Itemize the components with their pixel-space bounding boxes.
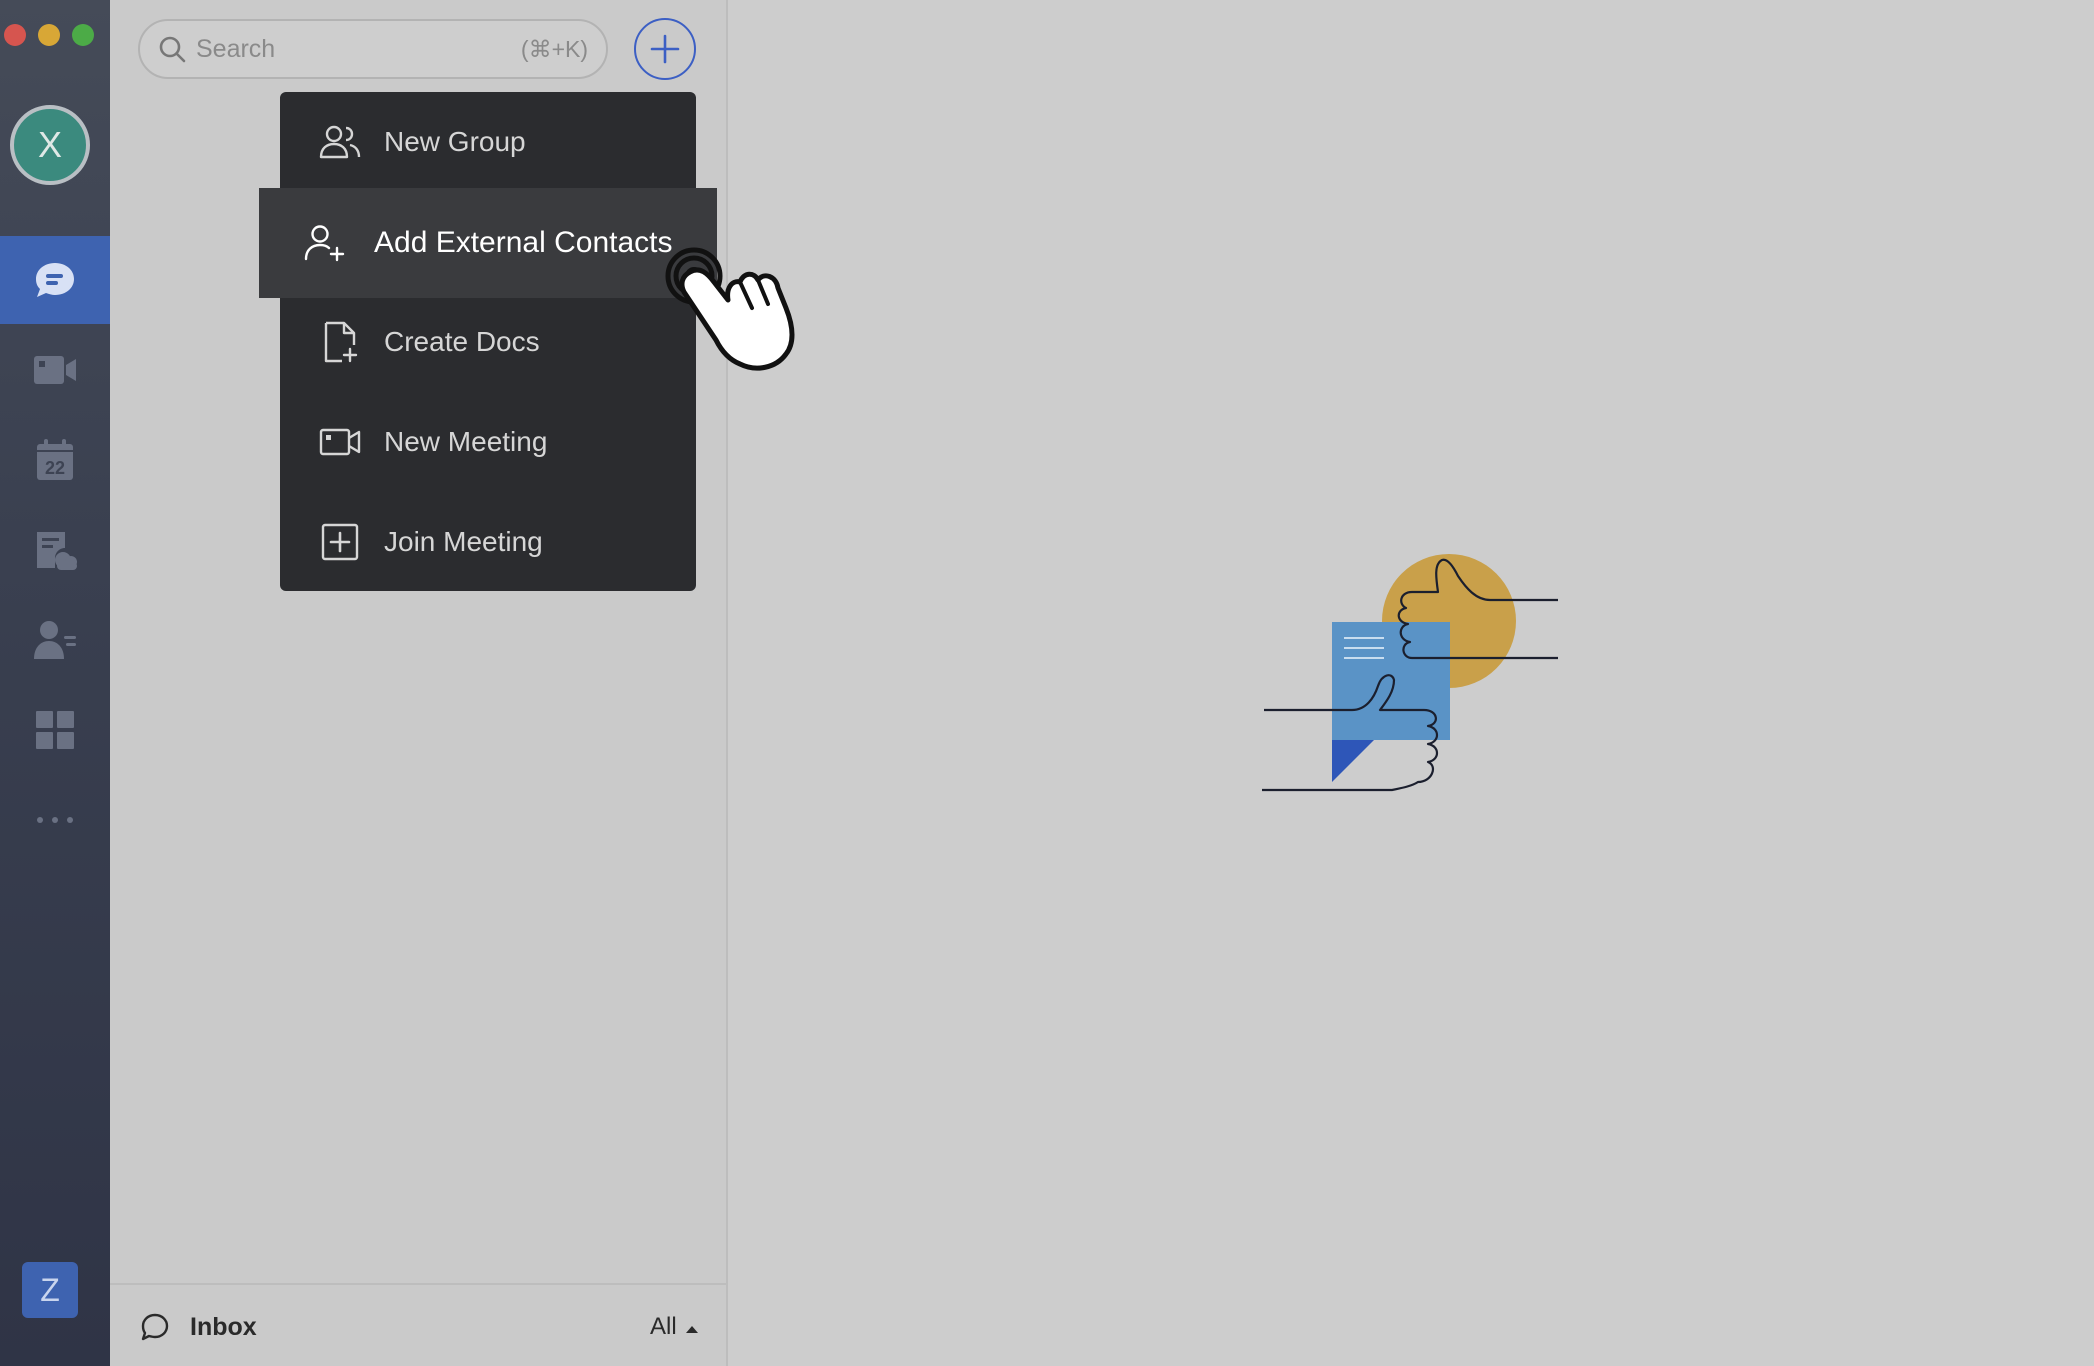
rail-item-docs[interactable] xyxy=(0,506,110,594)
video-icon xyxy=(34,356,76,384)
menu-item-add-external-contacts[interactable]: Add External Contacts xyxy=(259,188,717,298)
left-rail: X 22 Z xyxy=(0,0,110,1366)
user-avatar[interactable]: X xyxy=(10,105,90,185)
menu-item-new-group[interactable]: New Group xyxy=(280,92,696,192)
hand-pointer-cursor-icon xyxy=(665,247,795,371)
chat-icon xyxy=(36,263,74,297)
chat-bubble-icon xyxy=(141,1313,169,1341)
filter-dropdown[interactable]: All xyxy=(650,1313,699,1341)
menu-item-label: New Meeting xyxy=(384,426,548,457)
empty-state-illustration xyxy=(1262,554,1558,792)
calendar-day: 22 xyxy=(45,458,65,478)
create-doc-icon xyxy=(318,320,362,364)
add-contact-icon xyxy=(303,221,347,265)
menu-item-new-meeting[interactable]: New Meeting xyxy=(280,392,696,492)
brand-logo-letter: Z xyxy=(40,1271,60,1308)
close-window-button[interactable] xyxy=(4,24,26,46)
inbox-label[interactable]: Inbox xyxy=(190,1313,257,1342)
menu-item-label: Join Meeting xyxy=(384,526,543,557)
contacts-icon xyxy=(34,621,76,659)
zoom-window-button[interactable] xyxy=(72,24,94,46)
video-camera-icon xyxy=(318,420,362,464)
create-menu: New Group Add External Contacts Create D… xyxy=(259,92,717,592)
group-icon xyxy=(318,120,362,164)
docs-cloud-icon xyxy=(37,532,77,570)
create-plus-button[interactable] xyxy=(634,18,696,80)
search-shortcut: (⌘+K) xyxy=(520,35,588,62)
caret-up-icon xyxy=(686,1326,699,1333)
apps-grid-icon xyxy=(36,711,74,749)
plus-icon xyxy=(650,34,680,64)
filter-label: All xyxy=(650,1313,677,1340)
plus-square-icon xyxy=(318,520,362,564)
inbox-footer: Inbox All xyxy=(110,1283,726,1366)
app-window: X 22 Z Search (⌘+K) Inbox All New Group … xyxy=(0,0,2094,1366)
rail-item-workplace[interactable] xyxy=(0,686,110,774)
avatar-initial: X xyxy=(37,124,62,165)
menu-item-join-meeting[interactable]: Join Meeting xyxy=(280,492,696,592)
minimize-window-button[interactable] xyxy=(38,24,60,46)
search-icon xyxy=(159,36,186,63)
search-input[interactable]: Search xyxy=(196,35,521,64)
rail-item-calendar[interactable]: 22 xyxy=(0,416,110,504)
menu-item-label: Create Docs xyxy=(384,326,540,357)
more-icon xyxy=(37,817,73,823)
rail-item-chat[interactable] xyxy=(0,236,110,324)
rail-item-more[interactable] xyxy=(0,776,110,864)
rail-item-contacts[interactable] xyxy=(0,596,110,684)
menu-item-create-docs[interactable]: Create Docs xyxy=(280,292,696,392)
menu-item-label: New Group xyxy=(384,126,526,157)
brand-logo[interactable]: Z xyxy=(22,1262,78,1318)
rail-item-meetings[interactable] xyxy=(0,326,110,414)
menu-item-label: Add External Contacts xyxy=(374,226,673,259)
calendar-icon: 22 xyxy=(37,439,73,480)
search-bar[interactable]: Search (⌘+K) xyxy=(138,19,608,79)
